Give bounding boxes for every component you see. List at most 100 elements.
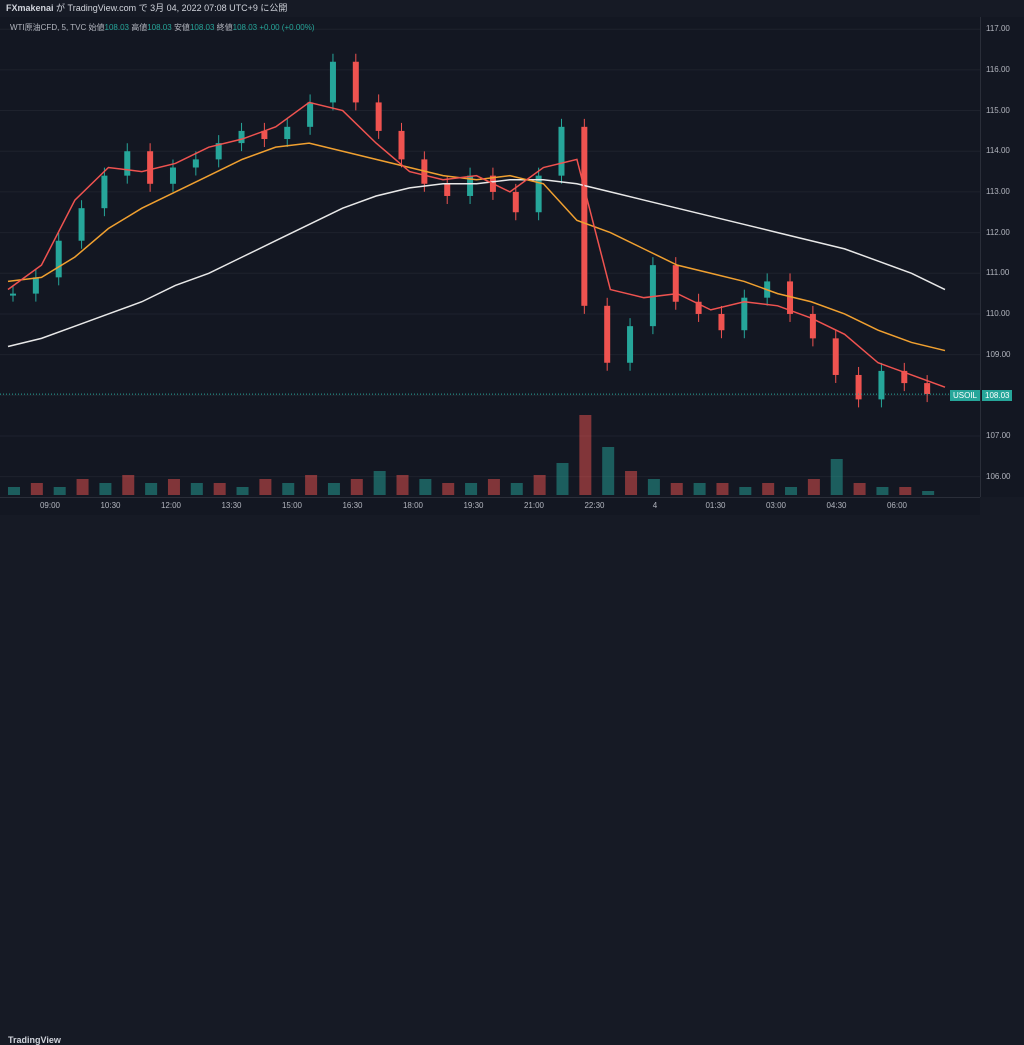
volume-bar <box>785 487 798 495</box>
candle-body <box>512 191 519 213</box>
candle-body <box>307 102 314 127</box>
candle-body <box>352 61 359 103</box>
candle-body <box>558 126 565 176</box>
y-tick-label: 109.00 <box>986 349 1011 359</box>
volume-bar <box>716 483 729 495</box>
y-tick-label: 107.00 <box>986 430 1011 440</box>
open-value: 108.03 <box>104 23 129 32</box>
candle-body <box>672 265 679 302</box>
y-tick-label: 117.00 <box>986 24 1010 34</box>
high-label: 高値 <box>131 23 148 32</box>
open-label: 始値 <box>88 23 105 32</box>
candle-body <box>284 126 291 140</box>
footer: TradingView <box>0 515 1024 1045</box>
volume-bar <box>739 487 752 495</box>
y-tick-label: 112.00 <box>986 227 1010 237</box>
volume-bar <box>213 483 226 495</box>
y-tick-label: 106.00 <box>986 471 1011 481</box>
candle-body <box>329 61 336 103</box>
volume-bar <box>465 483 478 495</box>
candle-body <box>10 293 16 296</box>
volume-bar <box>602 447 615 495</box>
publisher-name[interactable]: FXmakenai <box>6 3 54 13</box>
close-label: 終値 <box>216 23 233 32</box>
candle-body <box>878 370 885 400</box>
volume-bar <box>670 483 683 495</box>
y-tick-label: 110.00 <box>986 308 1010 318</box>
x-tick-label: 18:00 <box>402 501 424 510</box>
volume-bar <box>396 475 409 495</box>
candle-body <box>855 374 862 400</box>
x-tick-label: 13:30 <box>221 501 242 510</box>
volume-bar <box>259 479 272 495</box>
candle-body <box>238 130 245 144</box>
x-tick-label: 22:30 <box>584 501 605 510</box>
volume-bar <box>556 463 569 495</box>
volume-bar <box>647 479 660 495</box>
x-tick-label: 21:00 <box>523 501 545 510</box>
x-tick-label: 12:00 <box>160 501 182 510</box>
volume-bar <box>373 471 386 495</box>
volume-bar <box>625 471 638 495</box>
volume-bar <box>350 479 363 495</box>
volume-bar <box>122 475 135 495</box>
x-tick-label: 03:00 <box>765 501 787 510</box>
candle-body <box>169 167 176 184</box>
candle-body <box>78 208 85 241</box>
x-tick-label: 16:30 <box>342 501 363 510</box>
x-tick-label: 4 <box>652 501 658 510</box>
volume-bar <box>853 483 866 495</box>
candle-body <box>535 175 542 213</box>
symbol-price-tag: USOIL <box>950 390 981 401</box>
x-tick-label: 01:30 <box>705 501 726 510</box>
price-chart-svg[interactable] <box>0 17 980 497</box>
candle-body <box>101 175 108 209</box>
publish-info-bar: FXmakenai が TradingView.com で 3月 04, 202… <box>0 0 1024 17</box>
volume-bar <box>442 483 455 495</box>
volume-bar <box>145 483 158 495</box>
volume-bar <box>922 491 935 495</box>
candle-body <box>924 383 931 395</box>
volume-bar <box>305 475 318 495</box>
candle-body <box>147 151 154 184</box>
tradingview-chart: FXmakenai が TradingView.com で 3月 04, 202… <box>0 0 1024 1045</box>
candle-body <box>718 313 725 331</box>
volume-bar <box>487 479 500 495</box>
x-tick-label: 04:30 <box>826 501 847 510</box>
volume-bar <box>419 479 432 495</box>
candle-body <box>444 183 451 196</box>
high-value: 108.03 <box>147 23 172 32</box>
y-tick-label: 114.00 <box>986 146 1010 156</box>
symbol-name[interactable]: WTI原油CFD, 5, TVC <box>10 23 86 32</box>
volume-bar <box>53 487 66 495</box>
candle-body <box>192 159 199 168</box>
publish-text: が TradingView.com で 3月 04, 2022 07:08 UT… <box>56 3 288 13</box>
tradingview-logo[interactable]: TradingView <box>8 1035 61 1045</box>
change-value: +0.00 (+0.00%) <box>259 23 315 32</box>
price-axis[interactable] <box>980 17 1024 497</box>
candle-body <box>32 277 39 294</box>
candle-body <box>375 102 382 131</box>
volume-bar <box>876 487 889 495</box>
volume-bar <box>510 483 523 495</box>
x-tick-label: 15:00 <box>281 501 303 510</box>
volume-bar <box>76 479 89 495</box>
volume-bar <box>30 483 43 495</box>
volume-bar <box>99 483 112 495</box>
x-tick-label: 10:30 <box>100 501 121 510</box>
candle-body <box>124 151 131 176</box>
symbol-legend: WTI原油CFD, 5, TVC 始値108.03 高値108.03 安値108… <box>10 22 315 33</box>
candle-body <box>627 326 634 363</box>
last-price-tag: 108.03 <box>982 390 1013 401</box>
volume-bar <box>762 483 775 495</box>
candle-body <box>604 305 611 363</box>
candle-body <box>581 126 588 306</box>
low-label: 安値 <box>173 23 190 32</box>
candle-body <box>832 338 839 375</box>
x-tick-label: 09:00 <box>39 501 61 510</box>
volume-bar <box>190 483 203 495</box>
volume-bar <box>8 487 20 495</box>
volume-bar <box>167 479 180 495</box>
volume-bar <box>327 483 340 495</box>
volume-bar <box>579 415 592 495</box>
